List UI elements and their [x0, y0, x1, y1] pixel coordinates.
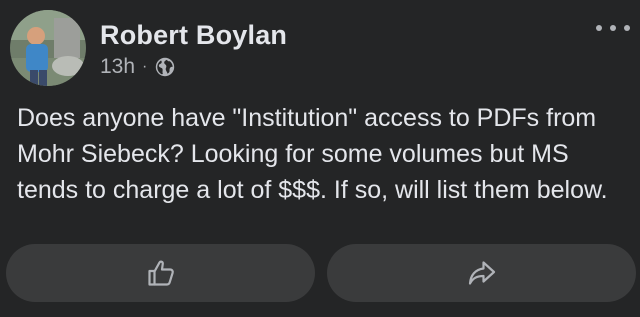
- more-dot: [596, 25, 602, 31]
- share-arrow-icon: [468, 261, 495, 285]
- avatar[interactable]: [10, 10, 86, 86]
- thumbs-up-icon: [147, 260, 174, 286]
- like-button[interactable]: [6, 244, 315, 302]
- share-button[interactable]: [327, 244, 636, 302]
- meta-separator: ·: [142, 58, 148, 75]
- author-name[interactable]: Robert Boylan: [100, 20, 287, 51]
- post-text: Does anyone have "Institution" access to…: [17, 104, 608, 204]
- more-dot: [610, 25, 616, 31]
- post-card: Robert Boylan 13h · Does anyone have "In…: [0, 0, 640, 317]
- more-options-icon[interactable]: [596, 16, 630, 40]
- more-dot: [624, 25, 630, 31]
- post-meta: 13h ·: [100, 55, 175, 79]
- globe-icon: [155, 57, 175, 77]
- post-timestamp[interactable]: 13h: [100, 55, 135, 79]
- avatar-photo: [10, 10, 86, 86]
